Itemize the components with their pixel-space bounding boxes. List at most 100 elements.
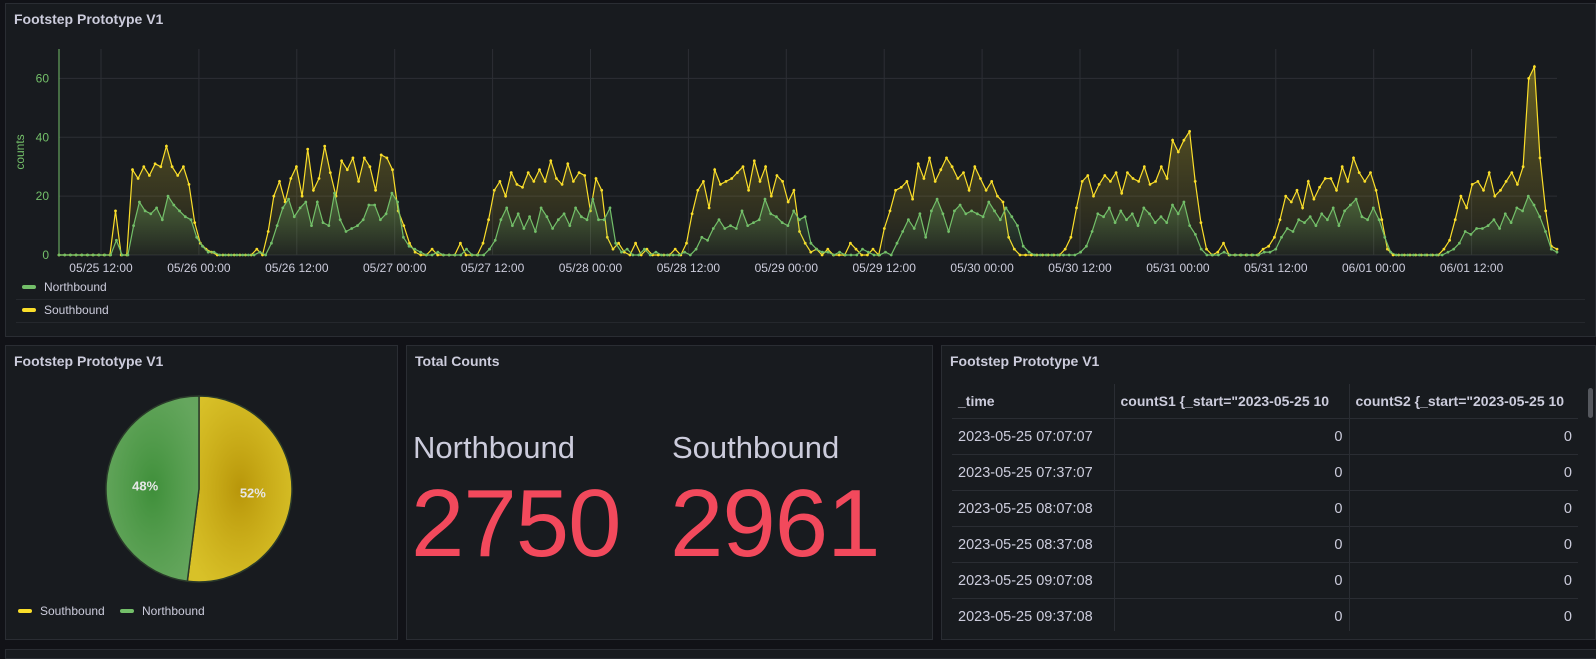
northbound-point <box>660 253 663 257</box>
northbound-point <box>1423 253 1427 257</box>
northbound-point <box>757 218 761 222</box>
southbound-point <box>278 180 281 183</box>
southbound-point <box>1544 209 1548 213</box>
southbound-point <box>1103 174 1107 177</box>
southbound-point <box>340 159 343 163</box>
northbound-point <box>763 197 767 201</box>
table-scrollbar[interactable] <box>1588 388 1593 418</box>
legend-item-northbound[interactable]: Northbound <box>120 604 205 618</box>
southbound-point <box>786 200 790 204</box>
northbound-point <box>832 253 836 257</box>
southbound-point <box>996 194 999 198</box>
southbound-point <box>328 171 332 175</box>
northbound-point <box>809 241 813 245</box>
southbound-point <box>391 168 394 172</box>
southbound-point <box>532 180 536 183</box>
northbound-point <box>930 209 933 213</box>
southbound-point <box>577 171 581 175</box>
northbound-point <box>1498 227 1501 230</box>
southbound-point <box>826 247 830 251</box>
southbound-point <box>1470 183 1474 186</box>
northbound-point <box>545 215 549 219</box>
northbound-point <box>975 212 979 216</box>
southbound-point <box>114 209 117 213</box>
southbound-point <box>459 241 462 245</box>
northbound-point <box>396 200 399 204</box>
southbound-point <box>362 156 366 160</box>
northbound-point <box>1406 253 1410 257</box>
northbound-point <box>1521 209 1524 213</box>
northbound-point <box>631 253 635 257</box>
southbound-point <box>916 162 920 166</box>
northbound-point <box>1343 209 1346 213</box>
southbound-point <box>1086 174 1090 177</box>
legend-item-northbound[interactable]: Northbound <box>22 280 107 294</box>
northbound-point <box>562 212 566 216</box>
southbound-point <box>345 168 349 172</box>
northbound-point <box>769 212 773 216</box>
northbound-point <box>803 215 807 219</box>
next-panel-edge <box>5 649 1596 659</box>
southbound-point <box>159 165 163 169</box>
southbound-point <box>781 180 784 183</box>
southbound-point <box>509 171 513 175</box>
column-header-counts2[interactable]: countS2 {_start="2023-05-25 10 <box>1349 384 1578 419</box>
northbound-point <box>1027 250 1031 254</box>
table-row[interactable]: 2023-05-25 07:37:07 0 0 <box>952 454 1578 491</box>
data-table-container[interactable]: _time countS1 {_start="2023-05-25 10 cou… <box>952 384 1578 631</box>
northbound-point <box>499 218 503 222</box>
northbound-point <box>138 200 141 204</box>
northbound-point <box>884 250 887 254</box>
southbound-point <box>769 194 773 198</box>
column-header-counts1[interactable]: countS1 {_start="2023-05-25 10 <box>1114 384 1350 419</box>
southbound-point <box>1538 156 1542 160</box>
southbound-point <box>1504 180 1508 183</box>
northbound-point <box>132 224 135 228</box>
southbound-point <box>724 180 728 183</box>
northbound-point <box>1062 253 1065 257</box>
southbound-point <box>634 241 637 245</box>
northbound-point <box>1262 250 1266 254</box>
southbound-point <box>1154 180 1157 183</box>
legend-item-southbound[interactable]: Southbound <box>22 303 109 317</box>
table-header-row: _time countS1 {_start="2023-05-25 10 cou… <box>952 384 1578 419</box>
northbound-point <box>539 206 543 210</box>
northbound-point <box>1532 203 1536 207</box>
northbound-point <box>998 218 1002 222</box>
southbound-point <box>131 168 134 172</box>
column-header-time[interactable]: _time <box>952 384 1115 419</box>
table-cell: 2023-05-25 08:37:08 <box>952 526 1115 563</box>
southbound-point <box>690 212 694 216</box>
northbound-point <box>74 253 78 257</box>
southbound-swatch-icon <box>22 308 36 312</box>
northbound-point <box>488 247 491 251</box>
northbound-point <box>258 250 262 254</box>
southbound-point <box>1131 177 1135 180</box>
table-cell: 2023-05-25 07:37:07 <box>952 454 1115 491</box>
southbound-point <box>543 180 547 183</box>
northbound-point <box>206 250 210 254</box>
northbound-point <box>189 218 193 222</box>
southbound-point <box>182 165 185 169</box>
legend-item-southbound[interactable]: Southbound <box>18 604 105 618</box>
table-row[interactable]: 2023-05-25 09:07:08 0 0 <box>952 562 1578 599</box>
northbound-point <box>528 215 531 219</box>
southbound-point <box>752 159 756 163</box>
table-row[interactable]: 2023-05-25 08:07:08 0 0 <box>952 490 1578 527</box>
northbound-point <box>1515 206 1519 210</box>
northbound-point <box>1383 235 1387 239</box>
southbound-point <box>193 221 197 225</box>
northbound-point <box>143 209 147 213</box>
southbound-point <box>583 174 587 177</box>
southbound-point <box>1222 241 1225 245</box>
table-row[interactable]: 2023-05-25 08:37:08 0 0 <box>952 526 1578 563</box>
table-row[interactable]: 2023-05-25 07:07:07 0 0 <box>952 418 1578 455</box>
southbound-point <box>170 165 174 169</box>
table-cell: 0 <box>1114 526 1350 563</box>
northbound-point <box>1268 250 1272 254</box>
table-row[interactable]: 2023-05-25 09:37:08 0 0 <box>952 598 1578 631</box>
northbound-point <box>591 197 595 201</box>
panel-title: Total Counts <box>415 353 500 369</box>
northbound-point <box>1354 197 1358 201</box>
northbound-point <box>459 253 463 257</box>
